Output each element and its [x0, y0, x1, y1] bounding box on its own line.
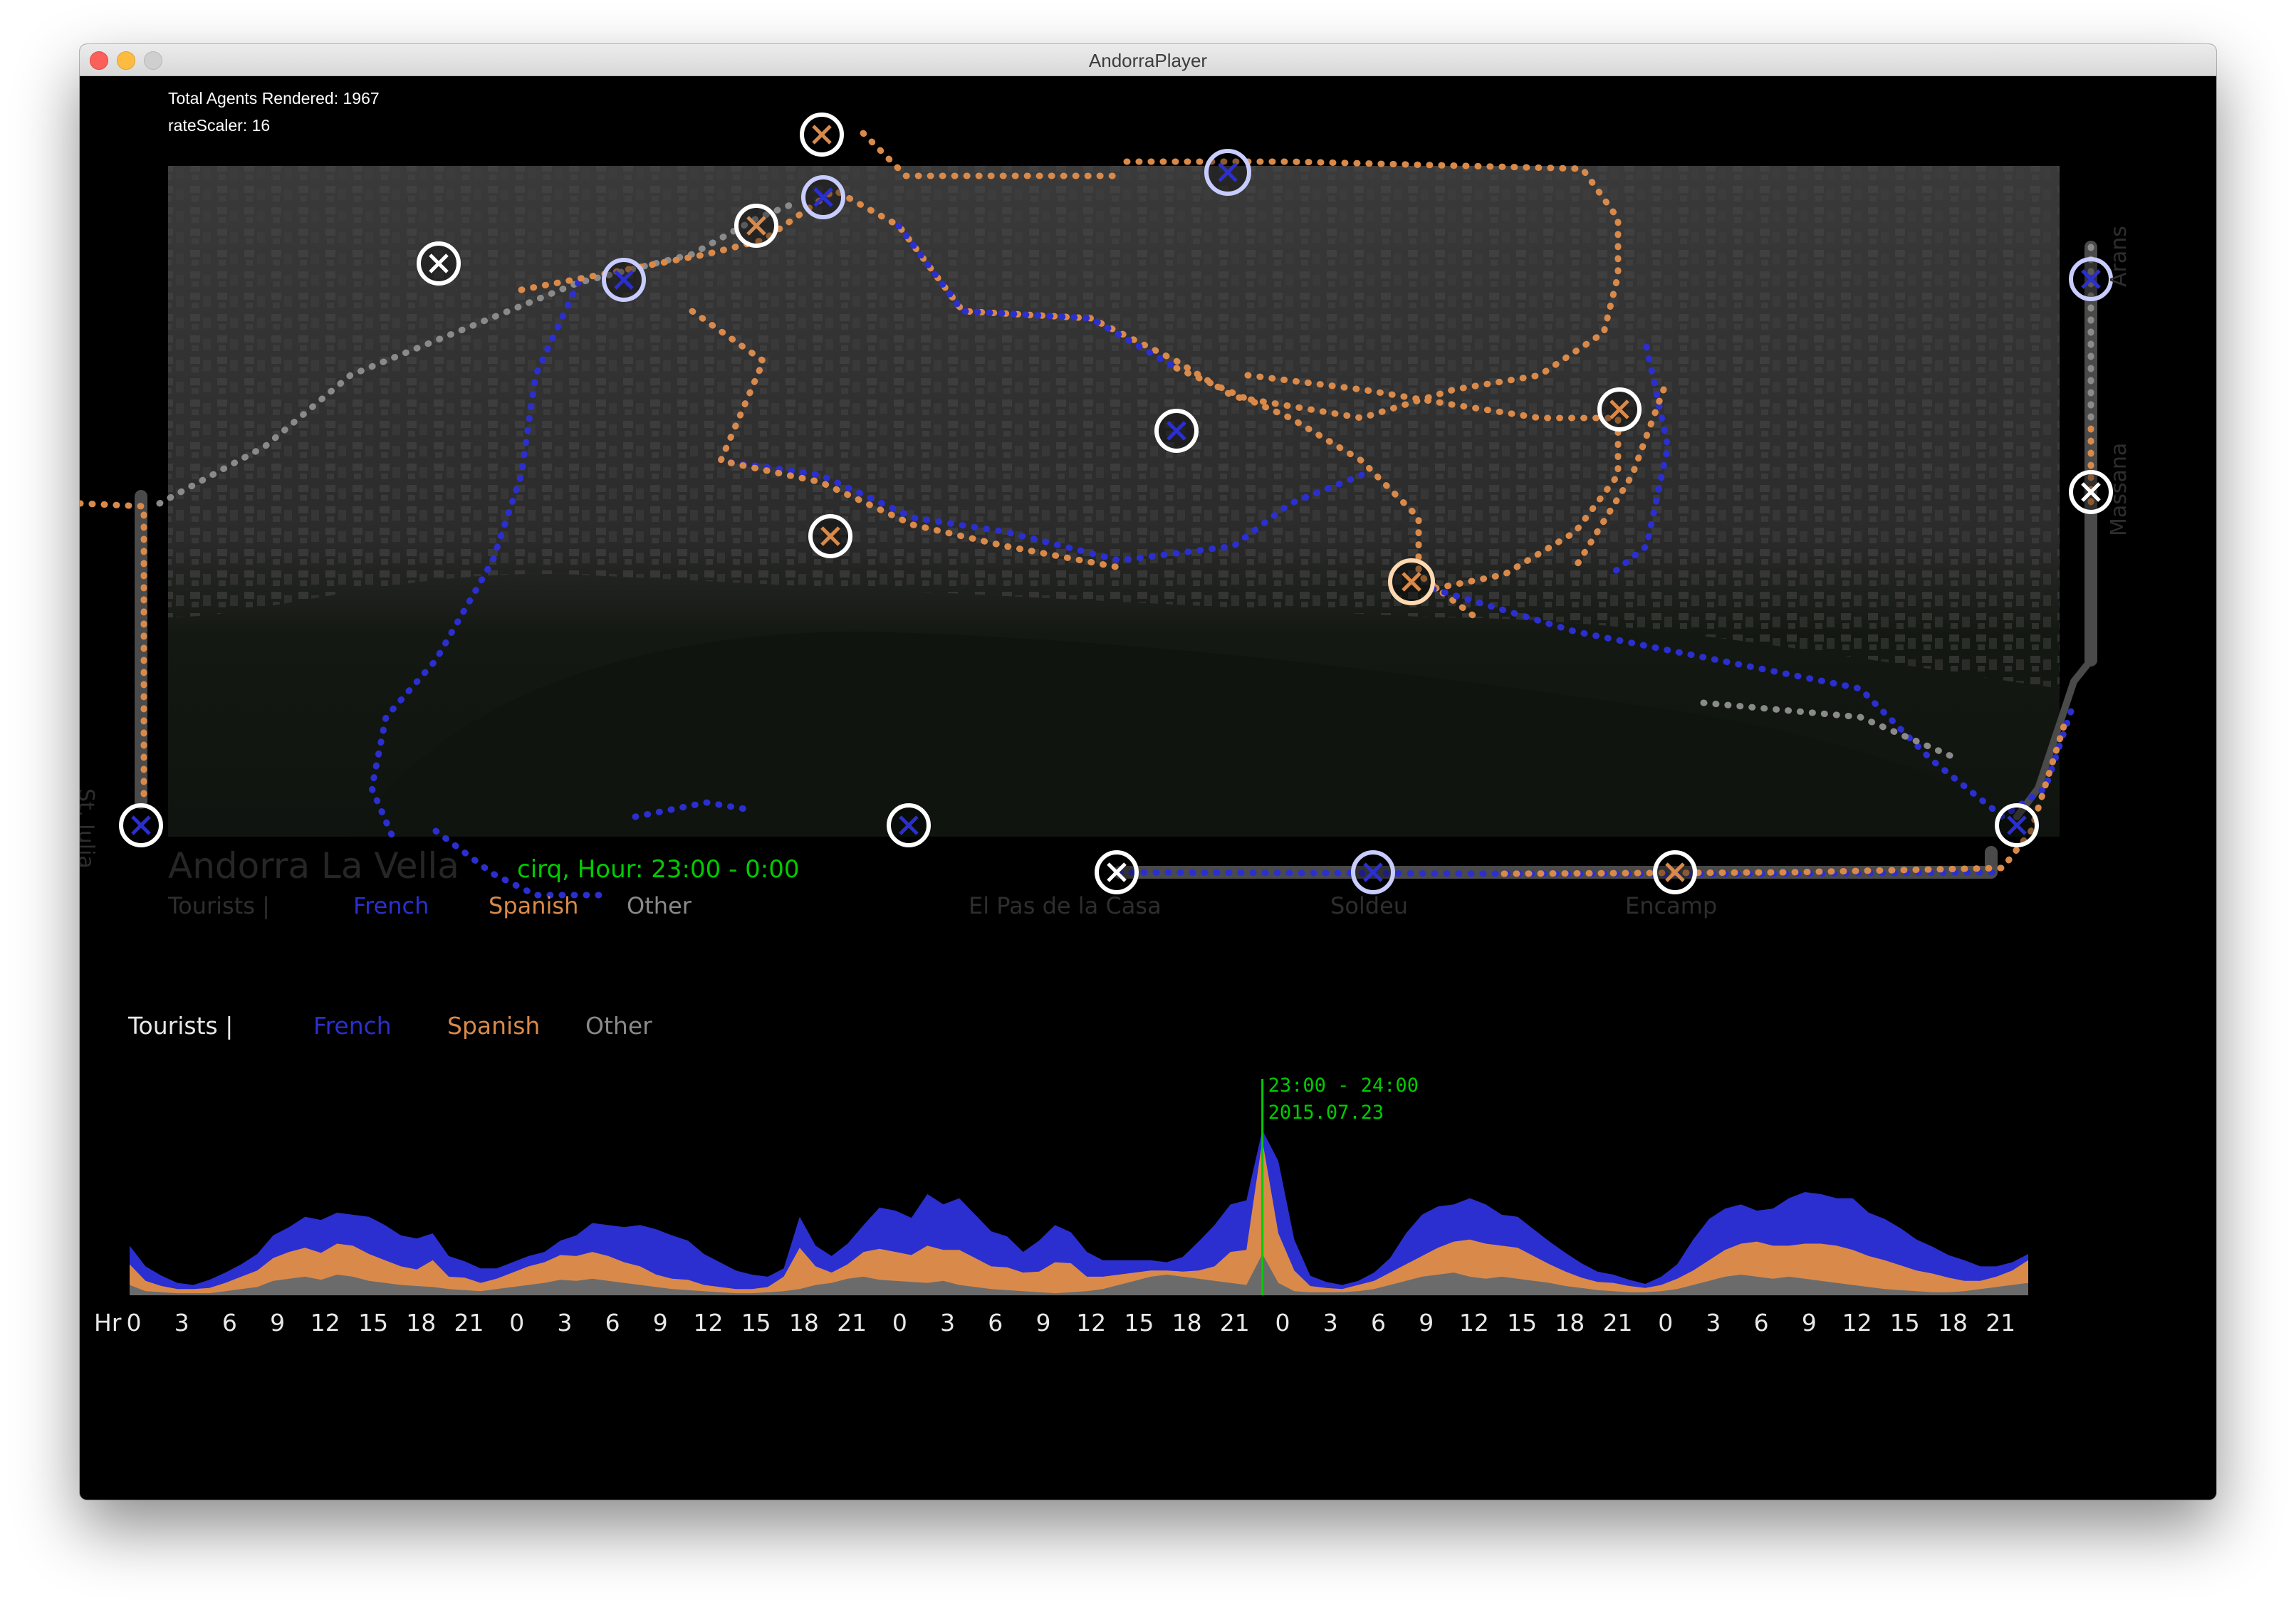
x-tick-label: 12 — [1459, 1309, 1489, 1337]
x-tick-label: 9 — [270, 1309, 285, 1337]
x-tick-label: 9 — [653, 1309, 668, 1337]
x-tick-label: 15 — [358, 1309, 388, 1337]
window-title: AndorraPlayer — [1088, 50, 1208, 71]
x-tick-label: 3 — [1323, 1309, 1338, 1337]
x-tick-label: 6 — [1754, 1309, 1769, 1337]
x-tick-label: 12 — [694, 1309, 724, 1337]
x-tick-label: 18 — [1938, 1309, 1968, 1337]
x-tick-label: 12 — [1842, 1309, 1872, 1337]
timeline-chart[interactable]: Hr 0 3 6 9 12 15 18 21 0 3 6 9 12 15 18 21 0 3 6 9 12 15 18 21 0 3… — [80, 76, 2216, 1500]
x-axis-label: Hr — [94, 1309, 122, 1337]
x-tick-label: 3 — [1706, 1309, 1721, 1337]
x-tick-label: 21 — [837, 1309, 867, 1337]
x-tick-label: 15 — [741, 1309, 771, 1337]
x-tick-label: 3 — [557, 1309, 572, 1337]
x-tick-label: 0 — [509, 1309, 524, 1337]
x-tick-label: 0 — [892, 1309, 907, 1337]
title-bar: AndorraPlayer — [80, 44, 2216, 76]
x-tick-label: 21 — [454, 1309, 484, 1337]
x-tick-label: 6 — [605, 1309, 620, 1337]
highlight-hour-label: 23:00 - 24:00 — [1268, 1075, 1419, 1097]
x-tick-label: 18 — [1555, 1309, 1585, 1337]
x-tick-label: 9 — [1419, 1309, 1434, 1337]
player-canvas[interactable]: Total Agents Rendered: 1967 rateScaler: … — [80, 76, 2216, 1500]
x-tick-label: 15 — [1124, 1309, 1154, 1337]
x-tick-label: 0 — [1275, 1309, 1290, 1337]
x-tick-label: 12 — [311, 1309, 340, 1337]
x-tick-label: 18 — [789, 1309, 819, 1337]
x-tick-label: 21 — [1985, 1309, 2015, 1337]
x-tick-label: 3 — [940, 1309, 955, 1337]
x-tick-label: 21 — [1603, 1309, 1633, 1337]
x-tick-label: 15 — [1507, 1309, 1537, 1337]
x-tick-label: 3 — [174, 1309, 189, 1337]
x-tick-label: 6 — [1371, 1309, 1386, 1337]
x-tick-label: 18 — [1172, 1309, 1202, 1337]
x-tick-label: 9 — [1802, 1309, 1817, 1337]
chart-area-layers — [130, 1130, 2028, 1295]
highlight-date-label: 2015.07.23 — [1268, 1102, 1384, 1124]
app-window: AndorraPlayer Total Agents Rendered: 196… — [80, 44, 2216, 1500]
x-tick-label: 6 — [988, 1309, 1003, 1337]
x-tick-label: 21 — [1220, 1309, 1250, 1337]
x-tick-label: 15 — [1890, 1309, 1920, 1337]
x-tick-label: 6 — [222, 1309, 237, 1337]
x-tick-label: 18 — [406, 1309, 436, 1337]
x-tick-label: 9 — [1036, 1309, 1051, 1337]
x-tick-label: 0 — [127, 1309, 142, 1337]
x-tick-label: 12 — [1076, 1309, 1106, 1337]
chart-x-axis: Hr 0 3 6 9 12 15 18 21 0 3 6 9 12 15 18 21 0 3 6 9 12 15 18 21 0 3… — [94, 1309, 2015, 1337]
x-tick-label: 0 — [1658, 1309, 1673, 1337]
